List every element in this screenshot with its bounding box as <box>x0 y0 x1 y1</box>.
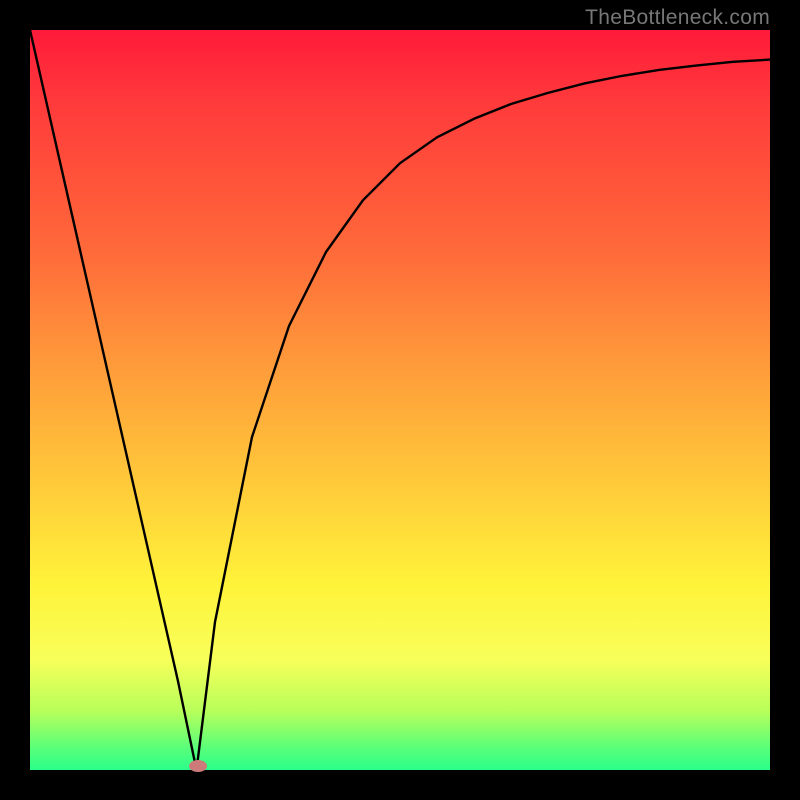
plot-area <box>30 30 770 770</box>
curve-svg <box>30 30 770 770</box>
bottleneck-curve <box>30 30 770 770</box>
min-point-marker <box>189 760 207 772</box>
branding-text: TheBottleneck.com <box>585 6 770 30</box>
chart-frame: TheBottleneck.com <box>0 0 800 800</box>
